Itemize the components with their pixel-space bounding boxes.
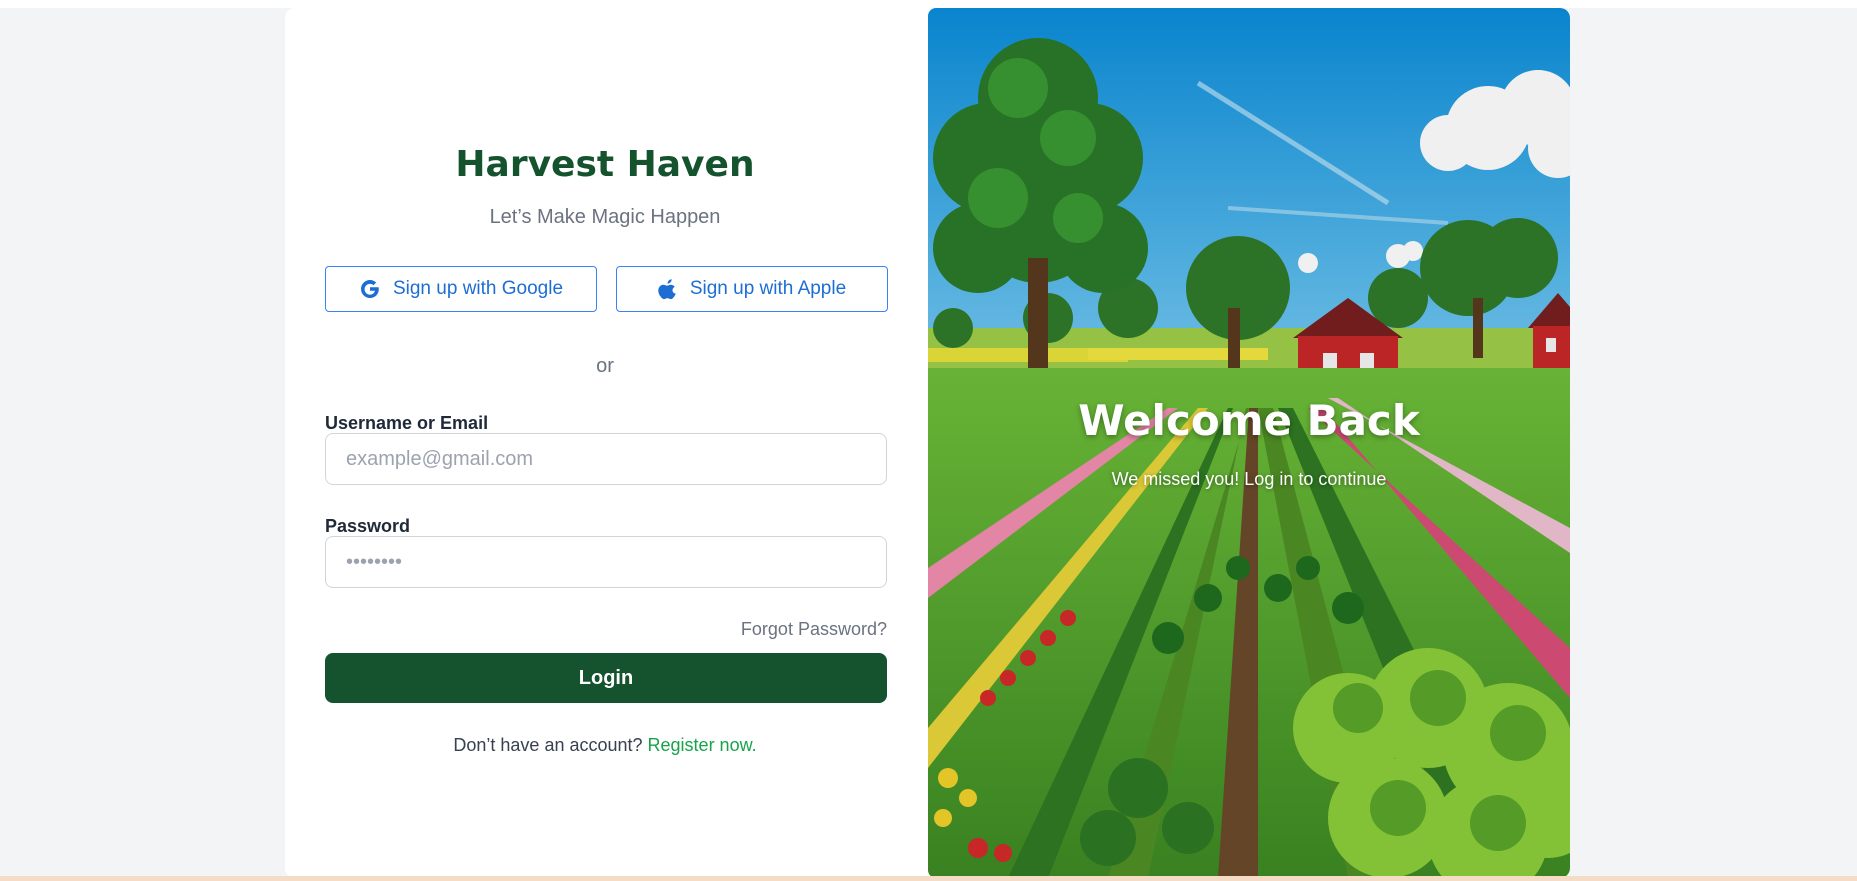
login-panel: Harvest Haven Let’s Make Magic Happen Si… [285,8,925,878]
register-link[interactable]: Register now. [648,735,757,755]
bottom-strip [0,876,1857,881]
register-prompt: Don’t have an account? Register now. [285,735,925,756]
top-strip [0,0,1857,8]
brand-subtitle: Let’s Make Magic Happen [489,206,721,228]
apple-signup-label: Sign up with Apple [689,278,847,299]
forgot-password-link[interactable]: Forgot Password? [325,619,887,640]
google-signup-button[interactable]: Sign up with Google [325,266,597,312]
login-card: Harvest Haven Let’s Make Magic Happen Si… [285,8,1570,878]
brand-title: Harvest Haven [455,144,755,185]
username-input[interactable] [325,433,887,485]
password-input[interactable] [325,536,887,588]
login-button[interactable]: Login [325,653,887,703]
google-signup-label: Sign up with Google [392,278,564,299]
password-label: Password [325,516,411,536]
google-icon [360,280,379,298]
welcome-subtitle: We missed you! Log in to continue [1111,469,1387,489]
register-prompt-text: Don’t have an account? [453,735,648,755]
apple-signup-button[interactable]: Sign up with Apple [616,266,888,312]
or-divider: or [596,355,614,377]
hero-panel: Welcome Back We missed you! Log in to co… [928,8,1570,878]
welcome-title: Welcome Back [1078,396,1420,445]
username-label: Username or Email [325,413,489,433]
apple-icon [658,279,676,300]
